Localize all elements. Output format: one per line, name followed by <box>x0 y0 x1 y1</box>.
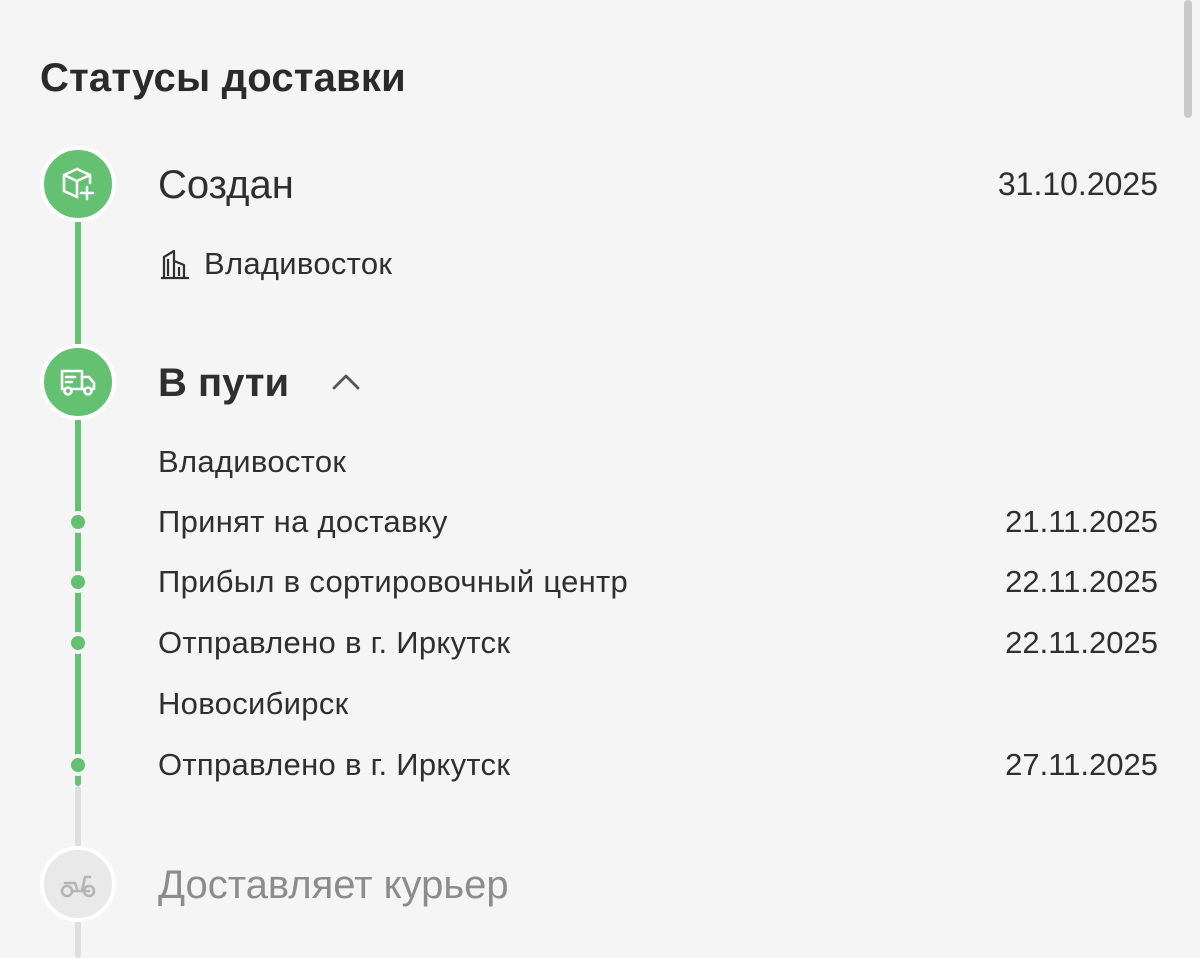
transit-group-city: Владивосток <box>158 444 347 479</box>
package-plus-icon <box>62 167 95 201</box>
step-courier-badge <box>40 846 116 922</box>
delivery-status-screen: Статусы доставки Создан 31.10.2025 Влади… <box>0 0 1200 958</box>
page-title: Статусы доставки <box>40 56 406 100</box>
building-icon <box>158 247 192 281</box>
event-label: Отправлено в г. Иркутск <box>158 625 511 660</box>
event-date: 22.11.2025 <box>1005 564 1158 599</box>
step-created-label: Создан <box>158 163 294 207</box>
step-in-transit-label: В пути <box>158 361 290 405</box>
event-dot <box>67 511 89 533</box>
timeline-line-pending <box>75 786 81 848</box>
event-dot <box>67 754 89 776</box>
scooter-icon <box>60 875 96 898</box>
event-dot <box>67 632 89 654</box>
event-label: Отправлено в г. Иркутск <box>158 747 511 782</box>
timeline-line-pending <box>75 918 81 958</box>
event-dot <box>67 571 89 593</box>
step-courier-label: Доставляет курьер <box>158 863 509 907</box>
delivery-truck-icon <box>60 369 96 396</box>
step-created-city: Владивосток <box>158 244 392 284</box>
timeline-line-done <box>75 418 81 786</box>
step-created-date: 31.10.2025 <box>997 166 1158 202</box>
step-created-badge <box>40 146 116 222</box>
scrollbar[interactable] <box>1184 0 1192 118</box>
step-in-transit-badge <box>40 344 116 420</box>
event-date: 27.11.2025 <box>1005 747 1158 782</box>
collapse-toggle-button[interactable] <box>326 364 366 400</box>
event-date: 22.11.2025 <box>1005 625 1158 660</box>
event-label: Принят на доставку <box>158 504 448 539</box>
event-date: 21.11.2025 <box>1005 504 1158 539</box>
city-label: Владивосток <box>204 246 393 281</box>
event-label: Прибыл в сортировочный центр <box>158 564 629 599</box>
chevron-up-icon <box>332 374 360 390</box>
transit-group-city: Новосибирск <box>158 686 349 721</box>
timeline-line-done <box>75 220 81 348</box>
